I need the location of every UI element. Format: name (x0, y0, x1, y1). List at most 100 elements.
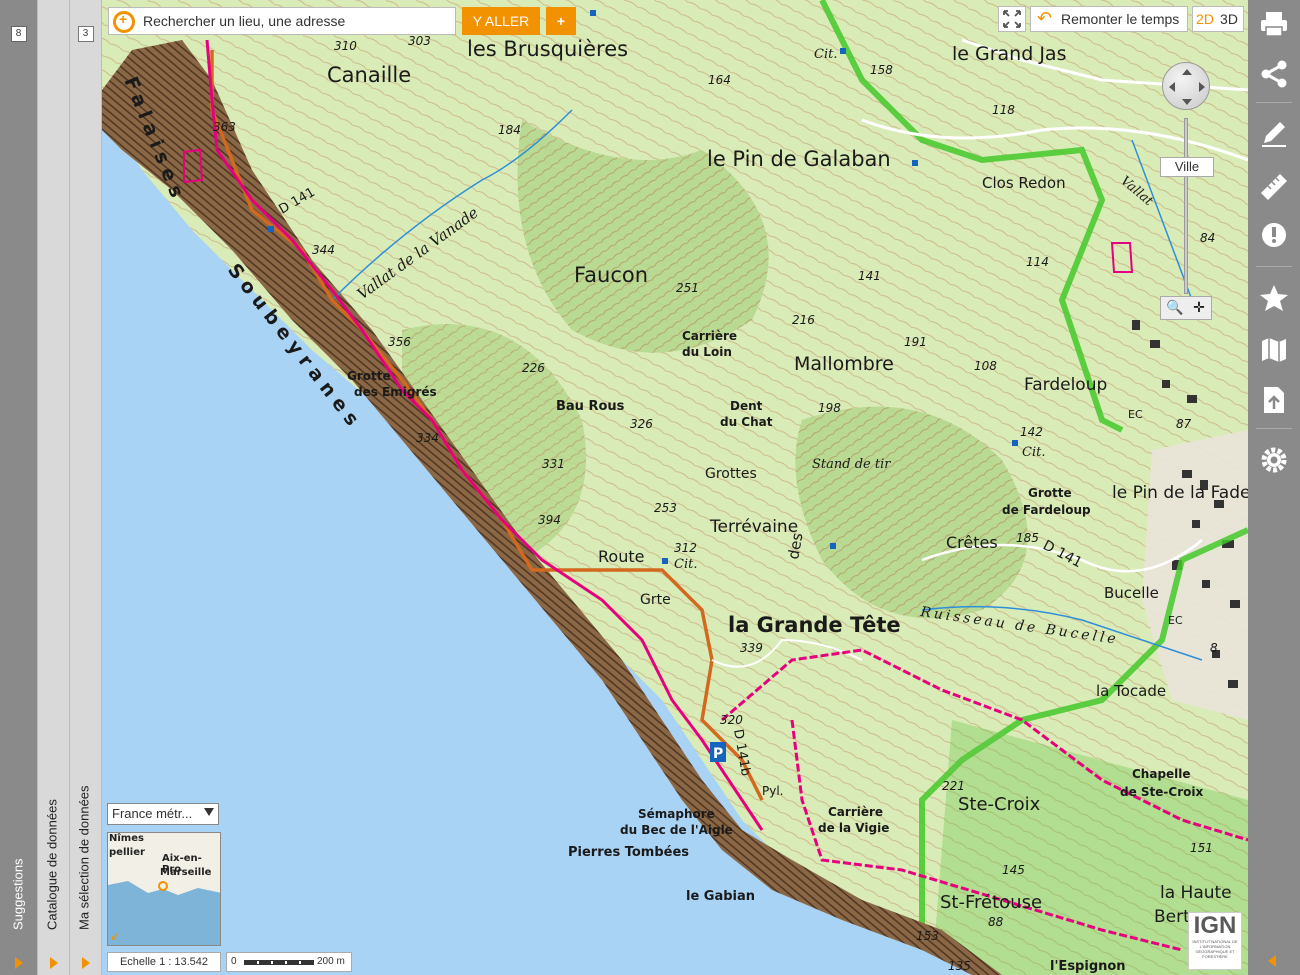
overview-label: Marseille (160, 867, 212, 878)
altitude-label: 84 (1200, 231, 1215, 245)
star-icon (1260, 285, 1288, 311)
search-bar (108, 7, 456, 35)
mode-2d-button[interactable]: 2D (1193, 7, 1217, 31)
altitude-label: 135 (948, 959, 971, 973)
altitude-label: 87 (1176, 417, 1192, 431)
map-label: Fardeloup (1024, 375, 1107, 395)
report-button[interactable] (1248, 212, 1300, 260)
toolbar-divider (1256, 266, 1292, 267)
expand-arrow-icon[interactable] (14, 957, 23, 969)
ign-logo-text: IGN (1193, 912, 1237, 939)
altitude-label: 88 (988, 915, 1004, 929)
map-label: des Emigrés (354, 385, 437, 399)
pan-arrows-icon (1169, 69, 1205, 105)
gear-icon (1261, 447, 1287, 473)
altitude-label: 320 (720, 713, 743, 727)
altitude-label: 339 (740, 641, 763, 655)
selection-count-badge: 3 (77, 26, 94, 42)
favorites-button[interactable] (1248, 274, 1300, 322)
map-label: la Tocade (1096, 682, 1166, 700)
map-label: de la Vigie (818, 821, 889, 835)
map-label: Pyl. (762, 784, 784, 798)
share-button[interactable] (1248, 50, 1300, 98)
go-button[interactable]: Y ALLER (462, 7, 540, 35)
map-label: les Brusquières (467, 37, 628, 61)
selection-panel[interactable]: 3 Ma sélection de données (70, 0, 102, 975)
suggestions-panel[interactable]: 8 Suggestions (0, 0, 38, 975)
map-label: Grottes (705, 466, 757, 482)
geoportail-app: 8 Suggestions Catalogue de données 3 Ma … (0, 0, 1300, 975)
map-label: Carrière (828, 805, 883, 819)
maps-button[interactable] (1248, 326, 1300, 374)
expand-arrow-icon[interactable] (49, 957, 58, 969)
time-travel-label: Remonter le temps (1061, 11, 1180, 27)
altitude-label: 363 (213, 120, 236, 134)
pan-control[interactable] (1162, 62, 1210, 110)
overview-layer-select[interactable]: France métr... (107, 803, 219, 825)
locate-icon[interactable] (113, 11, 135, 33)
zoom-slider[interactable] (1184, 118, 1188, 294)
map-label: Grotte (1028, 486, 1072, 500)
map-label: Cit. (814, 47, 837, 62)
overview-layer-value: France métr... (112, 806, 193, 821)
print-button[interactable] (1248, 0, 1300, 48)
catalogue-label: Catalogue de données (44, 799, 60, 930)
map-label: le Pin de la Fade (1112, 483, 1248, 503)
svg-text:P: P (713, 746, 723, 762)
resize-arrow-icon[interactable]: ↙ (110, 929, 120, 943)
map-view[interactable]: P les Brusquières Canaille le Grand Jas … (102, 0, 1248, 975)
overview-map[interactable]: Nîmes pellier Aix-en-Pro Marseille ↙ (107, 832, 221, 946)
altitude-label: 303 (408, 34, 431, 48)
map-label: l'Espignon (1050, 959, 1126, 974)
map-label: du Bec de l'Aigle (620, 823, 733, 837)
altitude-label: 118 (992, 103, 1015, 117)
search-input[interactable] (143, 11, 443, 31)
map-label: St-Frétouse (940, 892, 1042, 913)
location-marker-icon (158, 881, 168, 891)
center-icon[interactable]: ✛ (1189, 299, 1209, 317)
map-label: Chapelle (1132, 767, 1191, 781)
ign-logo[interactable]: IGN INSTITUT NATIONAL DE L'INFORMATION G… (1188, 912, 1242, 970)
measure-button[interactable] (1248, 162, 1300, 210)
map-label: Faucon (574, 263, 648, 287)
altitude-label: 251 (676, 281, 699, 295)
map-label: de Ste-Croix (1120, 785, 1203, 799)
map-label: Stand de tir (812, 457, 891, 472)
scale-bar: 0 200 m (226, 952, 352, 972)
fullscreen-button[interactable] (998, 6, 1026, 32)
map-label: le Grand Jas (952, 43, 1066, 65)
altitude-label: 253 (654, 501, 677, 515)
altitude-label: 356 (388, 335, 411, 349)
pencil-icon (1262, 122, 1286, 147)
catalogue-panel[interactable]: Catalogue de données (38, 0, 70, 975)
settings-button[interactable] (1248, 436, 1300, 484)
annotate-button[interactable] (1248, 110, 1300, 158)
map-label: EC (1168, 614, 1183, 627)
scale-ratio: Echelle 1 : 13.542 (107, 952, 221, 972)
map-label: Bau Rous (556, 399, 625, 414)
altitude-label: 334 (416, 431, 439, 445)
time-travel-button[interactable]: ↶ Remonter le temps (1030, 6, 1188, 32)
ruler-icon (1261, 174, 1287, 200)
ign-logo-subtitle: INSTITUT NATIONAL DE L'INFORMATION GÉOGR… (1192, 939, 1238, 959)
more-search-button[interactable]: + (546, 7, 576, 35)
expand-arrow-icon[interactable] (81, 957, 90, 969)
suggestions-label: Suggestions (10, 858, 26, 930)
mode-3d-button[interactable]: 3D (1217, 7, 1241, 31)
map-label: la Grande Tête (728, 613, 901, 637)
collapse-arrow-icon[interactable] (1268, 955, 1276, 967)
scale-bar-graphic (244, 960, 314, 965)
chevron-down-icon (204, 808, 214, 816)
import-button[interactable] (1248, 376, 1300, 424)
overview-label: pellier (109, 847, 145, 858)
altitude-label: 114 (1026, 255, 1049, 269)
map-label: Bucelle (1104, 584, 1159, 602)
map-label: Cit. (674, 557, 697, 572)
zoom-tools: 🔍 ✛ (1160, 296, 1212, 320)
toolbar-divider (1256, 102, 1292, 103)
altitude-label: 151 (1190, 841, 1213, 855)
altitude-label: 344 (312, 243, 335, 257)
zoom-box-icon[interactable]: 🔍 (1165, 299, 1185, 317)
altitude-label: 164 (708, 73, 731, 87)
suggestions-count-badge: 8 (10, 26, 27, 42)
